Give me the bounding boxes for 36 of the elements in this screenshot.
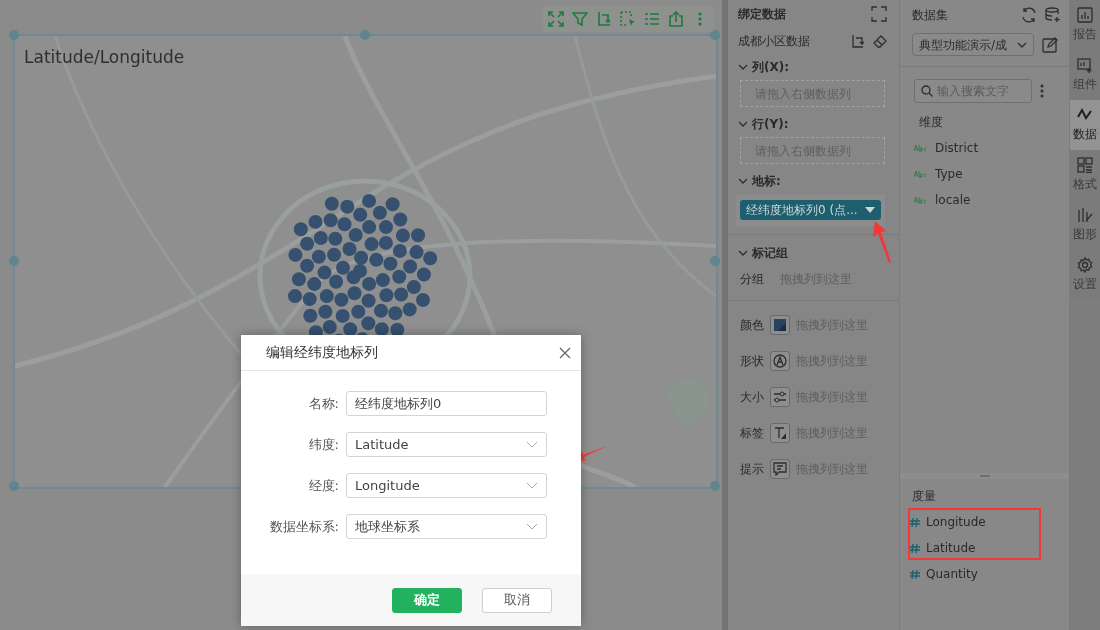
select-field[interactable]: Longitude bbox=[346, 473, 547, 498]
field-item[interactable]: District bbox=[935, 139, 979, 157]
panel-title: 绑定数据 bbox=[738, 6, 786, 23]
section-label: 地标: bbox=[752, 173, 781, 190]
rail-tab[interactable]: 数据 bbox=[1070, 100, 1100, 150]
panel-title: 数据集 bbox=[912, 7, 948, 24]
select-field[interactable]: Latitude bbox=[346, 432, 547, 457]
field-label: 名称: bbox=[307, 394, 339, 413]
group-label: 分组 bbox=[740, 271, 764, 288]
input-field[interactable]: 经纬度地标列0 bbox=[346, 391, 547, 416]
field-chip[interactable]: 经纬度地标列0 (点... bbox=[740, 200, 881, 220]
section-label: 度量 bbox=[911, 488, 936, 505]
channel-label: 大小 bbox=[740, 389, 764, 406]
channel-label: 标签 bbox=[740, 425, 764, 442]
field-label: 纬度: bbox=[307, 435, 339, 454]
field-label: 数据坐标系: bbox=[268, 517, 339, 536]
section-label: 列(X): bbox=[752, 59, 790, 76]
chart-title: Latitude/Longitude bbox=[24, 46, 185, 69]
select-field[interactable]: 地球坐标系 bbox=[346, 514, 547, 539]
channel-label: 颜色 bbox=[740, 317, 764, 334]
dialog-title: 编辑经纬度地标列 bbox=[266, 343, 378, 362]
confirm-button[interactable]: 确定 bbox=[392, 587, 462, 613]
section-label: 标记组 bbox=[752, 245, 788, 262]
channel-label: 形状 bbox=[740, 353, 764, 370]
field-label: 经度: bbox=[307, 476, 339, 495]
field-item[interactable]: Type bbox=[935, 165, 963, 183]
section-label: 行(Y): bbox=[752, 116, 789, 133]
field-item[interactable]: locale bbox=[935, 191, 971, 209]
channel-label: 提示 bbox=[740, 461, 764, 478]
field-item[interactable]: Longitude bbox=[926, 513, 986, 531]
field-item[interactable]: Latitude bbox=[926, 539, 976, 557]
dataset-select[interactable]: 典型功能演示/成 bbox=[912, 33, 1034, 56]
dataset-name: 成都小区数据 bbox=[738, 33, 810, 50]
field-item[interactable]: Quantity bbox=[926, 565, 978, 583]
section-label: 维度 bbox=[918, 114, 943, 131]
cancel-button[interactable]: 取消 bbox=[482, 587, 552, 613]
